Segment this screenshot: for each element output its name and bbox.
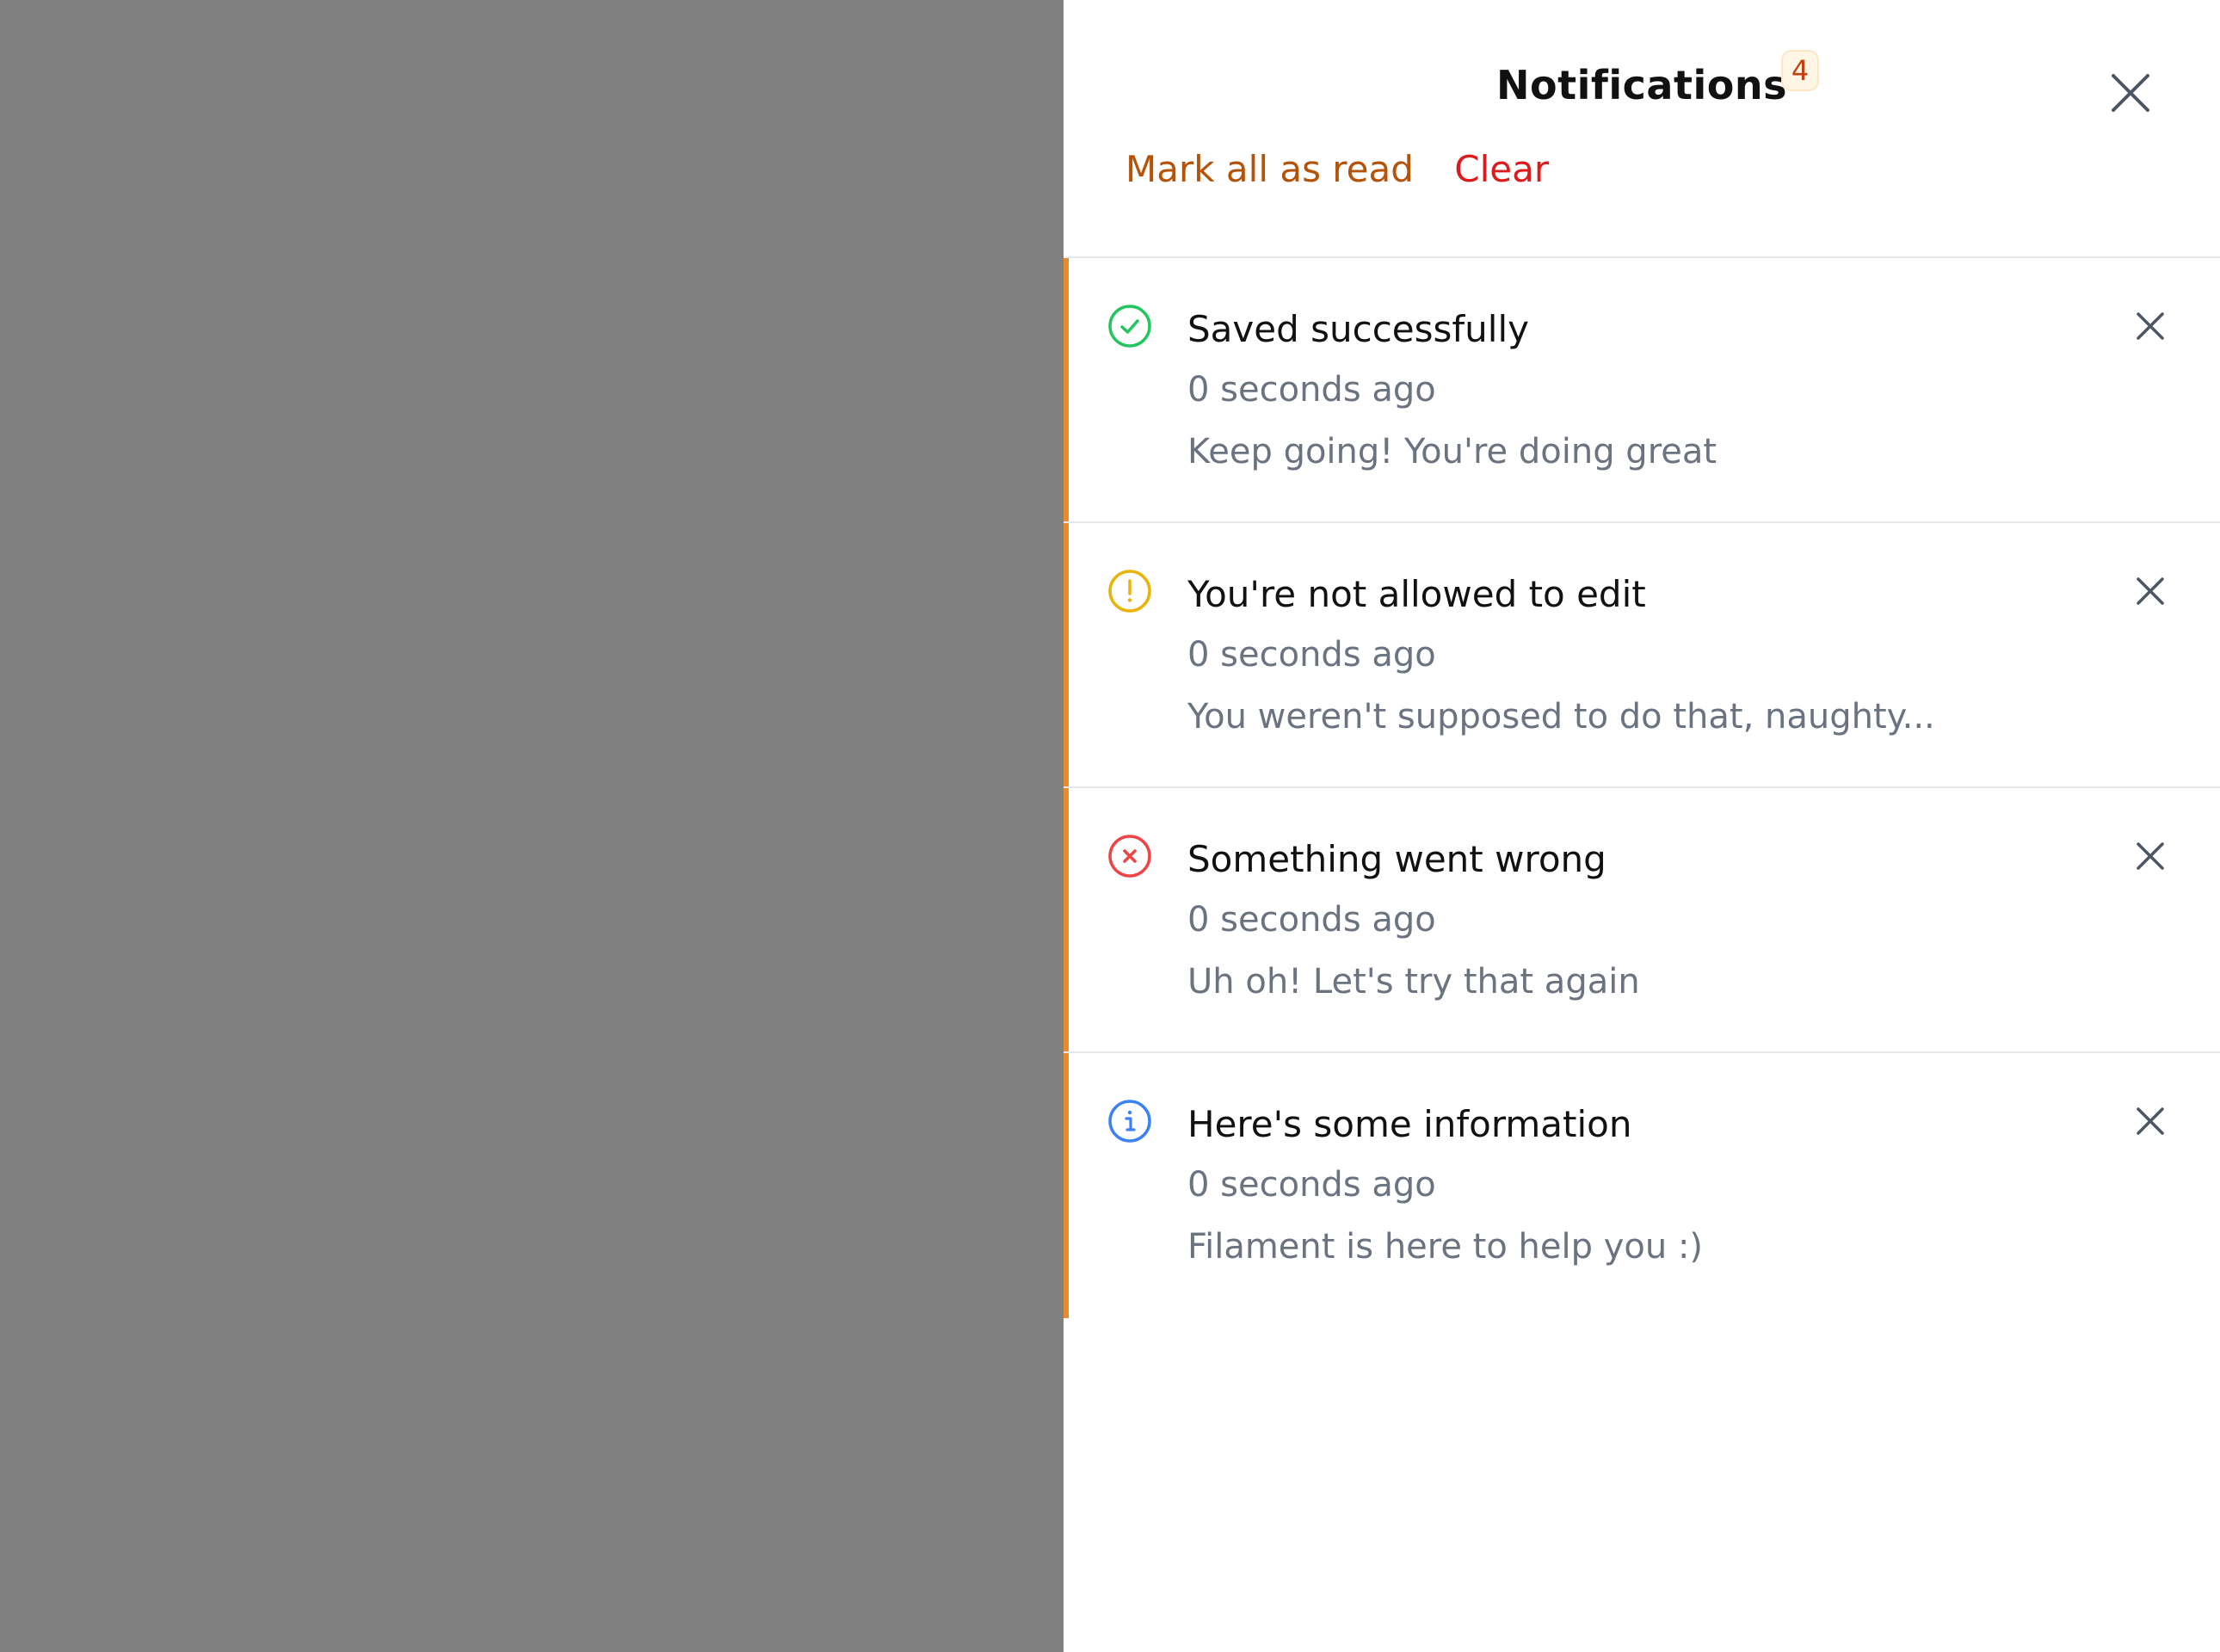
notification-title: Here's some information bbox=[1187, 1103, 1632, 1145]
panel-header: Notifications 4 Mark all as read Clear bbox=[1064, 0, 2220, 258]
unread-indicator bbox=[1064, 788, 1069, 1051]
title-wrap: Notifications bbox=[1064, 62, 2220, 108]
clear-button[interactable]: Clear bbox=[1454, 148, 1549, 190]
check-circle-icon bbox=[1108, 305, 1151, 348]
unread-indicator bbox=[1064, 258, 1069, 521]
close-icon bbox=[2137, 1107, 2164, 1135]
notification-body: Filament is here to help you :) bbox=[1187, 1227, 1704, 1267]
notifications-panel: Notifications 4 Mark all as read Clear S… bbox=[1064, 0, 2220, 1652]
notification-time: 0 seconds ago bbox=[1187, 1165, 1436, 1205]
unread-count-badge: 4 bbox=[1781, 50, 1819, 91]
notification-body: Uh oh! Let's try that again bbox=[1187, 962, 1640, 1002]
close-icon bbox=[2137, 312, 2164, 340]
unread-indicator bbox=[1064, 523, 1069, 786]
dismiss-notification-button[interactable] bbox=[2132, 838, 2168, 874]
modal-backdrop[interactable] bbox=[0, 0, 1064, 1652]
close-icon bbox=[2137, 842, 2164, 870]
notification-time: 0 seconds ago bbox=[1187, 900, 1436, 940]
unread-indicator bbox=[1064, 1053, 1069, 1318]
notification-body: You weren't supposed to do that, naughty… bbox=[1187, 697, 1935, 737]
page: Notifications 4 Mark all as read Clear S… bbox=[0, 0, 2220, 1652]
dismiss-notification-button[interactable] bbox=[2132, 1103, 2168, 1139]
notification-time: 0 seconds ago bbox=[1187, 370, 1436, 410]
dismiss-notification-button[interactable] bbox=[2132, 308, 2168, 344]
notification-title: Something went wrong bbox=[1187, 838, 1606, 880]
notification-item: Here's some information 0 seconds ago Fi… bbox=[1064, 1053, 2220, 1318]
info-circle-icon bbox=[1108, 1100, 1151, 1143]
close-icon bbox=[2137, 577, 2164, 605]
close-panel-button[interactable] bbox=[2106, 69, 2155, 117]
close-icon bbox=[2112, 74, 2149, 112]
notification-time: 0 seconds ago bbox=[1187, 635, 1436, 675]
notification-title: You're not allowed to edit bbox=[1187, 573, 1646, 615]
notification-item: Something went wrong 0 seconds ago Uh oh… bbox=[1064, 788, 2220, 1053]
notification-body: Keep going! You're doing great bbox=[1187, 432, 1717, 472]
exclamation-circle-icon bbox=[1108, 570, 1151, 613]
panel-title: Notifications bbox=[1496, 62, 1787, 108]
notification-list: Saved successfully 0 seconds ago Keep go… bbox=[1064, 258, 2220, 1318]
mark-all-read-button[interactable]: Mark all as read bbox=[1125, 148, 1414, 190]
notification-item: You're not allowed to edit 0 seconds ago… bbox=[1064, 523, 2220, 788]
dismiss-notification-button[interactable] bbox=[2132, 573, 2168, 609]
notification-title: Saved successfully bbox=[1187, 308, 1529, 350]
x-circle-icon bbox=[1108, 835, 1151, 878]
header-actions: Mark all as read Clear bbox=[1125, 148, 1549, 190]
notification-item: Saved successfully 0 seconds ago Keep go… bbox=[1064, 258, 2220, 523]
